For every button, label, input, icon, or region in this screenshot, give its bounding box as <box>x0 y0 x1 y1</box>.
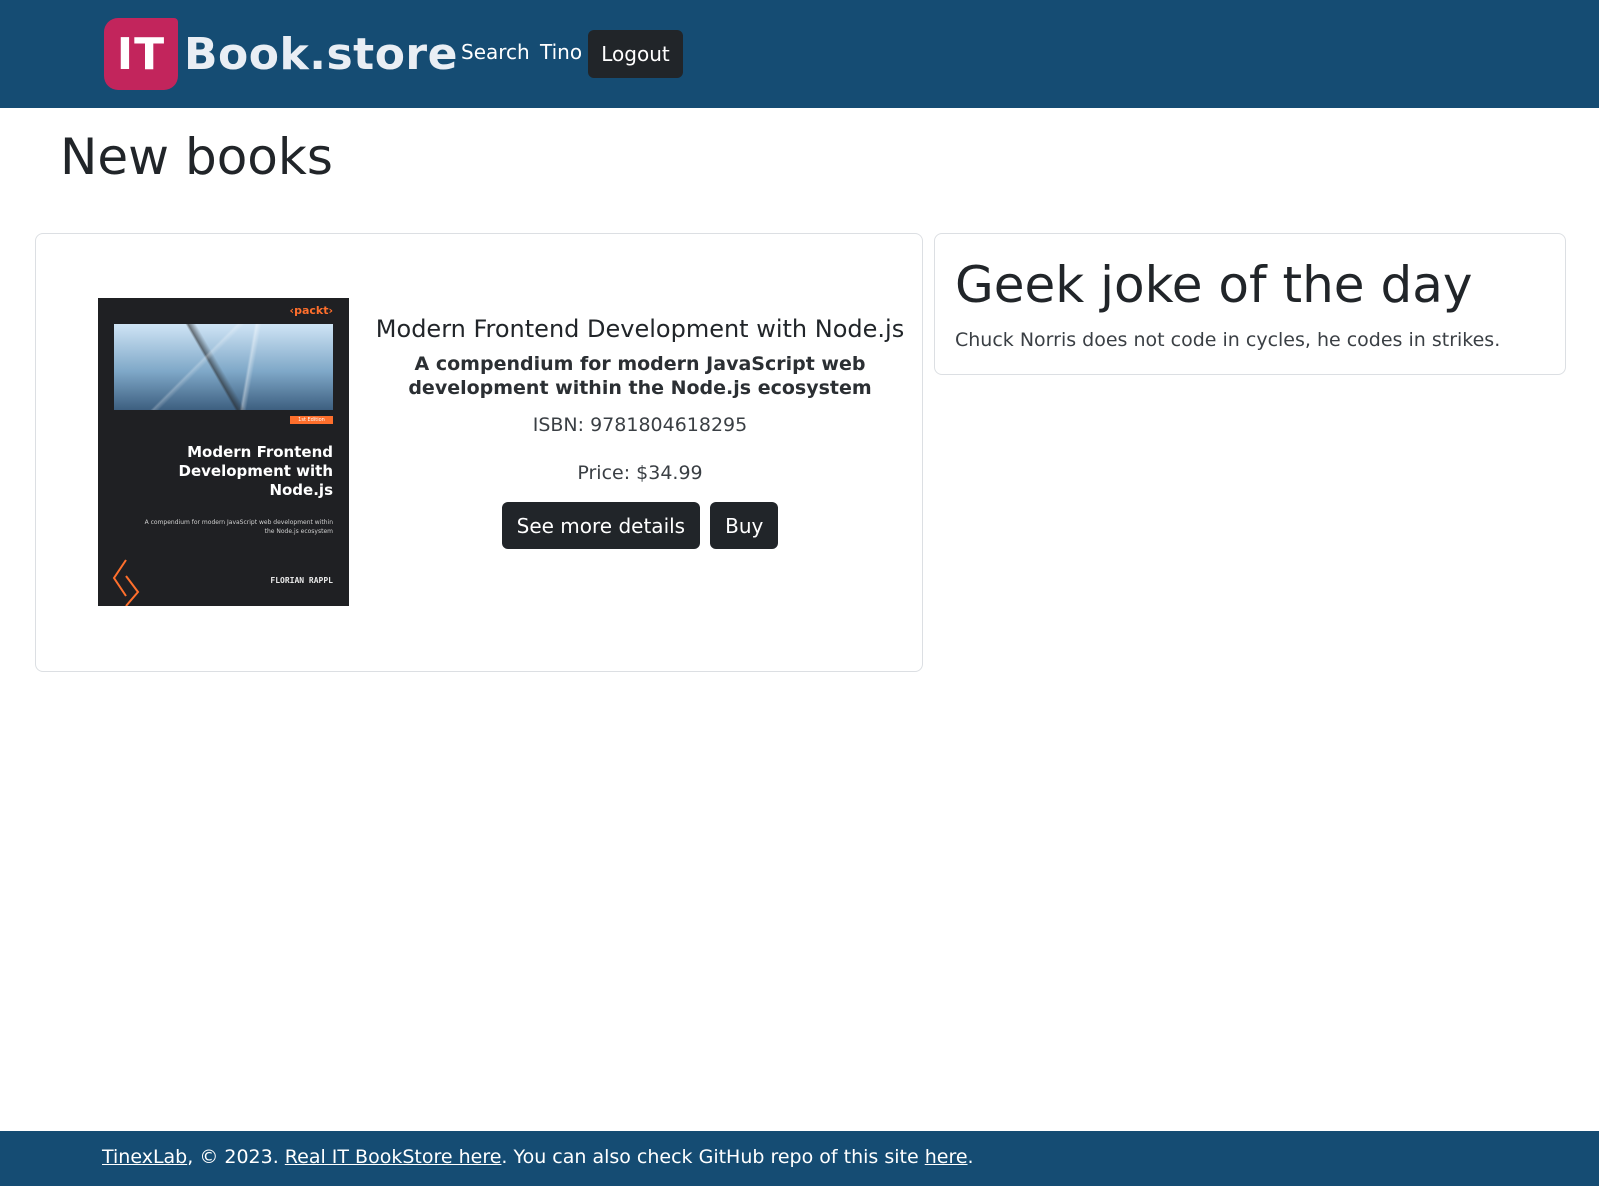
cover-edition-badge: 1st Edition <box>290 416 333 424</box>
book-cover-image[interactable]: ‹packt› 1st Edition Modern Frontend Deve… <box>98 298 349 606</box>
footer-store-link[interactable]: Real IT BookStore here <box>285 1146 502 1168</box>
book-price: Price: $34.99 <box>577 462 703 484</box>
cover-title: Modern Frontend Development with Node.js <box>178 443 333 499</box>
see-details-button[interactable]: See more details <box>501 502 701 549</box>
joke-title: Geek joke of the day <box>955 256 1473 314</box>
logout-button[interactable]: Logout <box>588 30 683 78</box>
book-isbn: ISBN: 9781804618295 <box>532 414 748 436</box>
book-subtitle: A compendium for modern JavaScript web d… <box>408 353 872 399</box>
cover-building-image <box>114 324 333 410</box>
footer-copyright: , © 2023. <box>187 1146 285 1168</box>
footer-text: TinexLab, © 2023. Real IT BookStore here… <box>102 1146 974 1168</box>
logo-badge: IT <box>104 18 178 90</box>
book-title: Modern Frontend Development with Node.js <box>375 315 905 343</box>
joke-text: Chuck Norris does not code in cycles, he… <box>955 329 1501 351</box>
nav-user-link[interactable]: Tino <box>540 40 582 64</box>
cover-publisher: ‹packt› <box>289 304 333 317</box>
buy-button[interactable]: Buy <box>710 502 779 549</box>
cover-chevron-icon <box>112 559 140 606</box>
site-logo[interactable]: IT Book.store <box>104 18 458 90</box>
joke-card: Geek joke of the day Chuck Norris does n… <box>934 233 1566 375</box>
book-info: Modern Frontend Development with Node.js… <box>366 314 914 549</box>
cover-subtitle: A compendium for modern JavaScript web d… <box>144 519 333 535</box>
footer-repo-link[interactable]: here <box>925 1146 968 1168</box>
footer-repo-text: . You can also check GitHub repo of this… <box>501 1146 925 1168</box>
nav-search-link[interactable]: Search <box>461 40 530 64</box>
footer: TinexLab, © 2023. Real IT BookStore here… <box>0 1131 1599 1186</box>
book-card: ‹packt› 1st Edition Modern Frontend Deve… <box>35 233 923 672</box>
footer-author-link[interactable]: TinexLab <box>102 1146 187 1168</box>
page-title: New books <box>60 128 333 186</box>
book-actions: See more details Buy <box>366 502 914 549</box>
top-navbar: IT Book.store Search Tino Logout <box>0 0 1599 108</box>
cover-author: FLORIAN RAPPL <box>270 576 333 585</box>
logo-text: Book.store <box>184 28 458 80</box>
footer-end: . <box>967 1146 974 1168</box>
